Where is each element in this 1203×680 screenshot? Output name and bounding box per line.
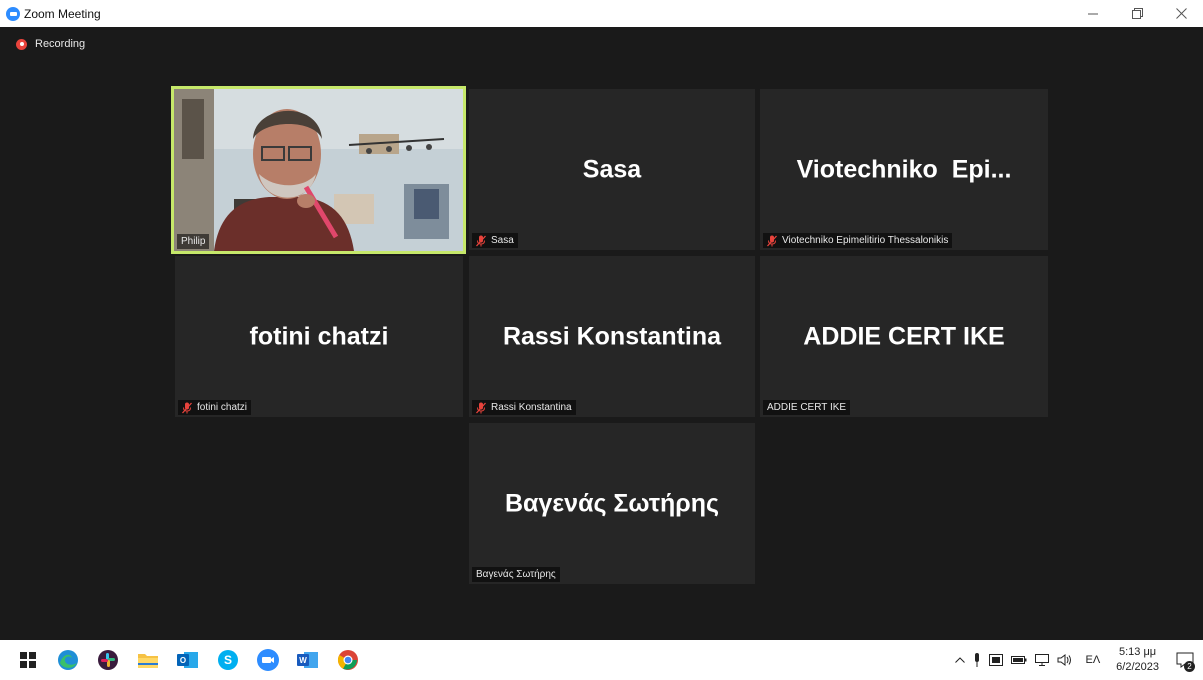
participant-tile-rassi-konstantina[interactable]: Rassi Konstantina Rassi Konstantina xyxy=(469,256,755,417)
windows-start-button[interactable] xyxy=(8,640,48,680)
zoom-app-icon xyxy=(6,6,20,21)
participant-display-name: Viotechniko Epi... xyxy=(796,155,1012,183)
zoom-taskbar-button[interactable] xyxy=(248,640,288,680)
participant-name-label: Viotechniko Epimelitirio Thessalonikis xyxy=(763,233,953,248)
svg-text:W: W xyxy=(299,656,307,665)
network-tray-button[interactable] xyxy=(1031,640,1053,680)
windows-taskbar: O S W ΕΛ 5:13 μμ 6/2/2023 2 xyxy=(0,640,1203,680)
muted-mic-icon xyxy=(476,235,486,246)
window-controls xyxy=(1071,0,1203,27)
outlook-taskbar-button[interactable]: O xyxy=(168,640,208,680)
chrome-taskbar-button[interactable] xyxy=(328,640,368,680)
muted-mic-icon xyxy=(767,235,777,246)
camera-icon xyxy=(989,654,1004,666)
participant-display-name: Βαγενάς Σωτήρης xyxy=(504,489,719,517)
participant-video-feed xyxy=(174,89,463,251)
participant-name: fotini chatzi xyxy=(197,402,248,413)
participant-name: Sasa xyxy=(491,235,514,246)
participant-name: Philip xyxy=(181,236,206,247)
participant-name: ADDIE CERT IKE xyxy=(767,402,847,413)
participant-name: Viotechniko Epimelitirio Thessalonikis xyxy=(782,235,949,246)
muted-mic-icon xyxy=(476,402,486,413)
participant-tile-fotini-chatzi[interactable]: fotini chatzi fotini chatzi xyxy=(175,256,463,417)
close-button[interactable] xyxy=(1159,0,1203,27)
windows-logo-icon xyxy=(20,652,36,668)
participant-name-label: Rassi Konstantina xyxy=(472,400,576,415)
restore-icon xyxy=(1131,8,1143,19)
participant-display-name: Rassi Konstantina xyxy=(502,322,722,350)
participant-display-name: ADDIE CERT IKE xyxy=(803,322,1005,350)
meeting-view: Recording Philip Sasa Sasa Viotechniko E… xyxy=(0,27,1203,640)
battery-tray-button[interactable] xyxy=(1007,640,1031,680)
battery-icon xyxy=(1011,656,1027,664)
minimize-button[interactable] xyxy=(1071,0,1115,27)
zoom-icon xyxy=(257,649,279,671)
participant-name: Rassi Konstantina xyxy=(491,402,572,413)
window-title: Zoom Meeting xyxy=(24,6,101,21)
participant-tile-vagenas-sotiris[interactable]: Βαγενάς Σωτήρης Βαγενάς Σωτήρης xyxy=(469,423,755,584)
participant-tile-viotechniko[interactable]: Viotechniko Epi... Viotechniko Epimeliti… xyxy=(760,89,1048,250)
participant-name-label: ADDIE CERT IKE xyxy=(763,400,851,415)
edge-taskbar-button[interactable] xyxy=(48,640,88,680)
participant-name-label: Philip xyxy=(177,234,210,249)
word-icon: W xyxy=(297,652,318,668)
svg-text:O: O xyxy=(180,656,186,665)
notifications-button[interactable]: 2 xyxy=(1167,640,1203,680)
clock-date: 6/2/2023 xyxy=(1116,661,1159,673)
edge-icon xyxy=(58,650,78,670)
chevron-up-icon xyxy=(955,657,966,663)
participant-display-name: fotini chatzi xyxy=(249,322,389,350)
slack-icon xyxy=(98,650,118,670)
muted-mic-icon xyxy=(182,402,192,413)
restore-button[interactable] xyxy=(1115,0,1159,27)
participant-tile-sasa[interactable]: Sasa Sasa xyxy=(469,89,755,250)
show-hidden-icons-button[interactable] xyxy=(951,640,969,680)
participant-name: Βαγενάς Σωτήρης xyxy=(476,569,556,580)
clock-button[interactable]: 5:13 μμ 6/2/2023 xyxy=(1108,645,1167,675)
svg-text:S: S xyxy=(224,653,232,667)
file-explorer-taskbar-button[interactable] xyxy=(128,640,168,680)
system-tray: ΕΛ 5:13 μμ 6/2/2023 2 xyxy=(951,640,1203,680)
microphone-tray-button[interactable] xyxy=(969,640,985,680)
outlook-icon: O xyxy=(177,652,198,668)
close-icon xyxy=(1175,8,1187,19)
recording-indicator[interactable]: Recording xyxy=(16,38,85,50)
slack-taskbar-button[interactable] xyxy=(88,640,128,680)
skype-icon: S xyxy=(218,650,238,670)
participant-display-name: Sasa xyxy=(582,155,642,183)
participant-tile-addie-cert-ike[interactable]: ADDIE CERT IKE ADDIE CERT IKE xyxy=(760,256,1048,417)
skype-taskbar-button[interactable]: S xyxy=(208,640,248,680)
title-bar: Zoom Meeting xyxy=(0,0,1203,27)
volume-tray-button[interactable] xyxy=(1053,640,1077,680)
input-language-button[interactable]: ΕΛ xyxy=(1077,640,1108,680)
word-taskbar-button[interactable]: W xyxy=(288,640,328,680)
recording-icon xyxy=(16,38,27,50)
participant-name-label: Sasa xyxy=(472,233,518,248)
folder-icon xyxy=(138,654,158,668)
recording-label: Recording xyxy=(35,38,86,50)
participant-name-label: fotini chatzi xyxy=(178,400,252,415)
chrome-icon xyxy=(337,650,358,670)
network-icon xyxy=(1035,654,1050,666)
volume-icon xyxy=(1057,654,1072,666)
clock-time: 5:13 μμ xyxy=(1119,646,1157,658)
minimize-icon xyxy=(1088,13,1098,14)
participant-video-tile[interactable]: Philip xyxy=(171,86,466,254)
microphone-icon xyxy=(975,653,980,667)
participant-name-label: Βαγενάς Σωτήρης xyxy=(472,567,560,582)
notification-count-badge: 2 xyxy=(1184,661,1195,672)
meet-now-tray-button[interactable] xyxy=(985,640,1007,680)
